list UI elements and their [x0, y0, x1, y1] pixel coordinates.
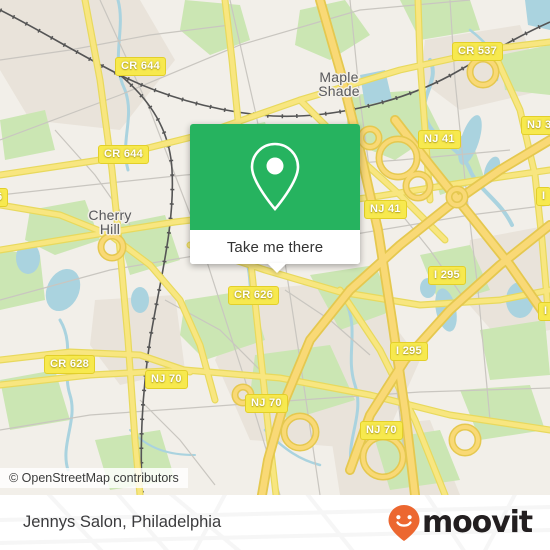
- road-shield-i-edge-lower: I: [538, 302, 550, 321]
- road-shield-nj-41-south: NJ 41: [364, 200, 407, 219]
- popup-action-bar[interactable]: Take me there: [190, 230, 360, 264]
- road-shield-nj-41-north: NJ 41: [418, 130, 461, 149]
- road-shield-cr-626: CR 626: [228, 286, 280, 305]
- road-shield-cr-537: CR 537: [452, 42, 504, 61]
- take-me-there-label: Take me there: [226, 238, 324, 256]
- moovit-wordmark: moovit: [421, 504, 533, 540]
- osm-attribution[interactable]: © OpenStreetMap contributors: [0, 468, 188, 488]
- road-shield-i-edge-upper: I: [536, 187, 550, 206]
- map-screenshot-root: Maple Shade Cherry Hill CR 644 CR 537 CR…: [0, 0, 550, 550]
- popup-pointer-tail: [267, 263, 287, 273]
- road-shield-cr-644-north: CR 644: [115, 57, 167, 76]
- road-shield-i-295-south: I 295: [390, 342, 428, 361]
- moovit-logo: moovit: [387, 503, 533, 543]
- location-pin-icon: [250, 142, 300, 211]
- page-title: Jennys Salon, Philadelphia: [23, 513, 222, 531]
- bottom-info-bar: Jennys Salon, Philadelphia moovit: [0, 495, 550, 550]
- popup-header: [190, 124, 360, 230]
- road-shield-nj-70-east: NJ 70: [360, 421, 403, 440]
- road-shield-nj-70-center: NJ 70: [245, 394, 288, 413]
- road-shield-nj-38: NJ 38: [521, 116, 550, 135]
- road-shield-cr-628: CR 628: [44, 355, 96, 374]
- road-shield-cr-6-edge: 6: [0, 188, 9, 207]
- moovit-pin-smile-icon: [388, 504, 420, 541]
- map-canvas[interactable]: Maple Shade Cherry Hill CR 644 CR 537 CR…: [0, 0, 550, 495]
- road-shield-i-295-north: I 295: [428, 266, 466, 285]
- osm-attribution-text: © OpenStreetMap contributors: [9, 471, 179, 485]
- take-me-there-popup[interactable]: Take me there: [190, 124, 360, 273]
- road-shield-cr-644-south: CR 644: [98, 145, 150, 164]
- road-shield-nj-70-west: NJ 70: [145, 370, 188, 389]
